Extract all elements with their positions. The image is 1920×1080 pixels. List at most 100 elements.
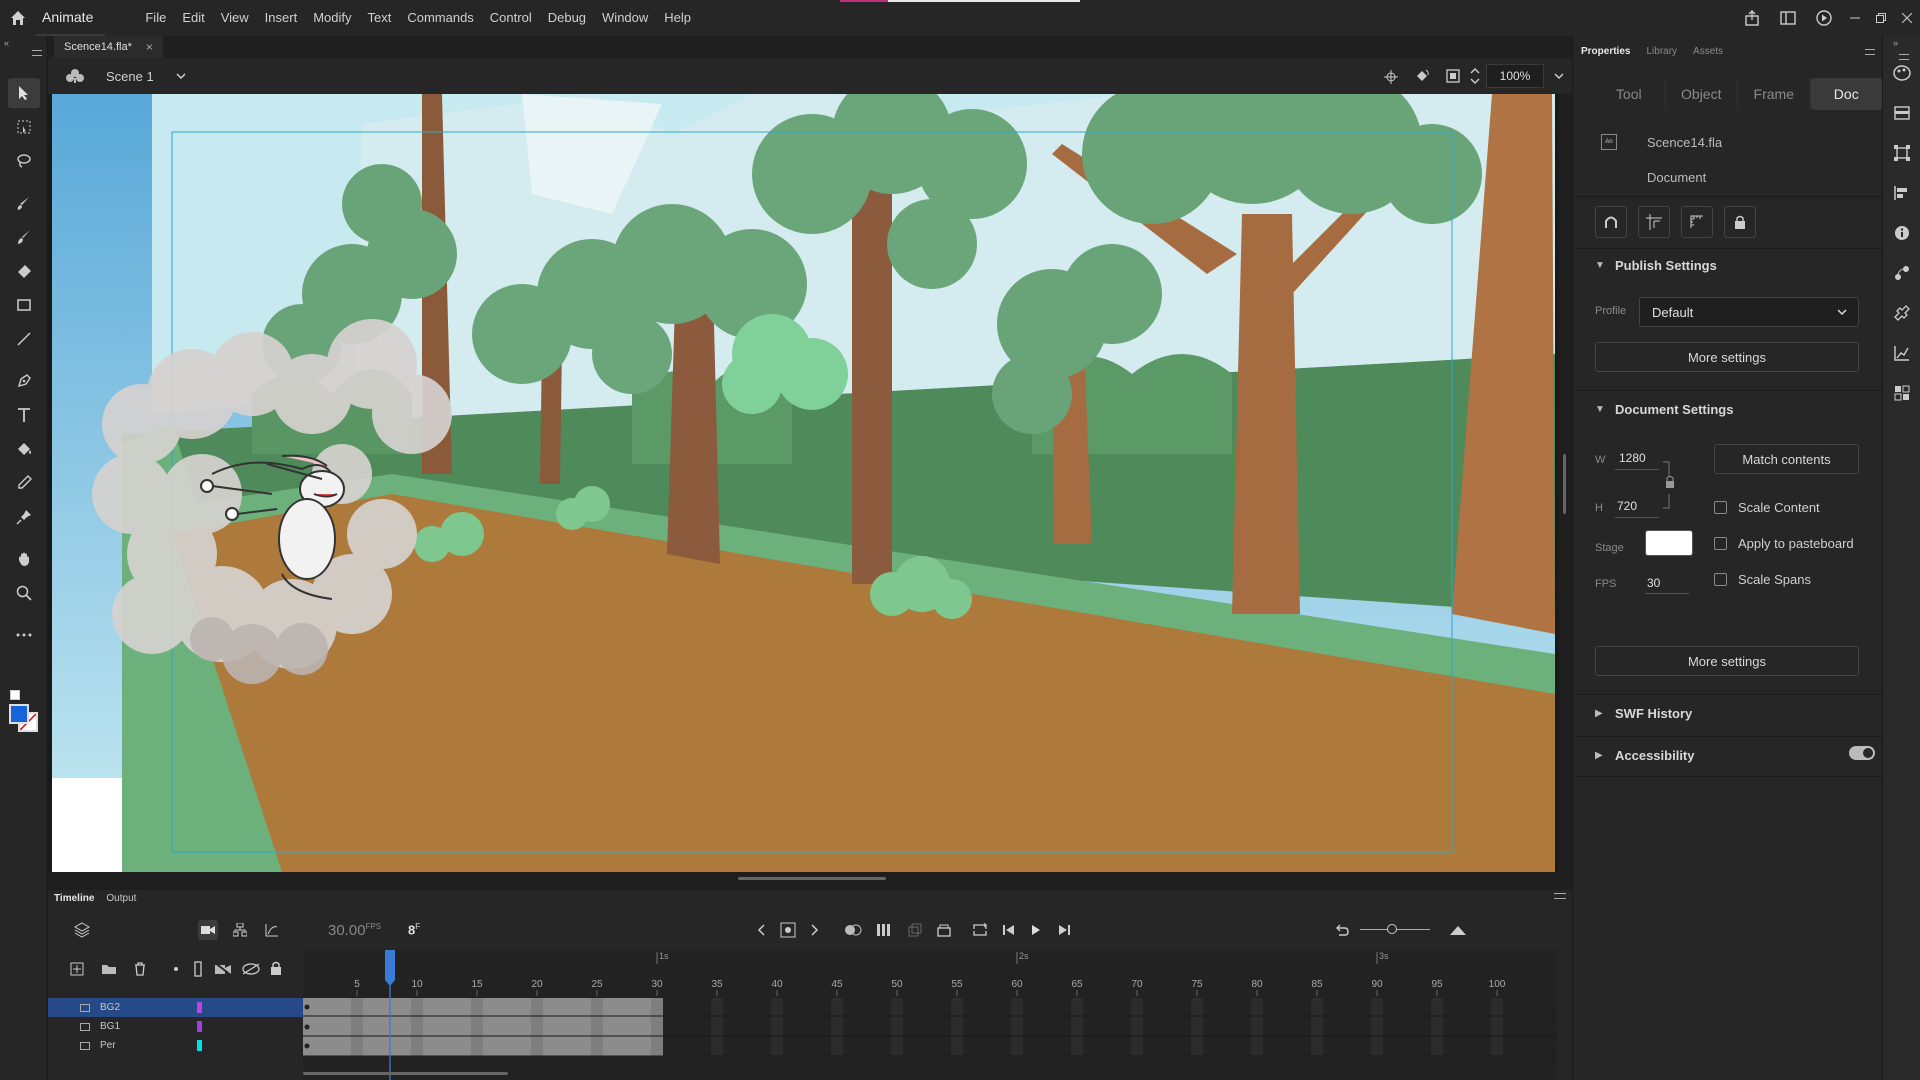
selection-tool-icon[interactable] [8, 78, 40, 108]
undo-zoom-icon[interactable] [1332, 920, 1352, 940]
center-stage-icon[interactable] [1384, 70, 1398, 84]
timeline-scroll-thumb[interactable] [303, 1072, 508, 1075]
playhead[interactable] [385, 950, 395, 986]
profile-select[interactable]: Default [1639, 297, 1859, 327]
menu-commands[interactable]: Commands [399, 0, 481, 36]
step-back-icon[interactable] [999, 920, 1019, 940]
camera-layer-icon[interactable] [214, 962, 232, 976]
highlight-layer-icon[interactable] [174, 967, 178, 971]
tab-output[interactable]: Output [100, 893, 142, 904]
new-layer-icon[interactable] [70, 962, 84, 976]
new-folder-icon[interactable] [101, 963, 117, 975]
document-more-settings-button[interactable]: More settings [1595, 646, 1859, 676]
code-snippets-icon[interactable] [1891, 382, 1913, 404]
menu-text[interactable]: Text [359, 0, 399, 36]
keyframe[interactable] [304, 1043, 310, 1049]
close-window-icon[interactable] [1894, 0, 1920, 36]
info-panel-icon[interactable] [1891, 222, 1913, 244]
segment-doc[interactable]: Doc [1810, 78, 1883, 110]
stage-canvas[interactable] [52, 94, 1555, 872]
rotate-stage-icon[interactable] [1414, 68, 1430, 84]
pen-tool-icon[interactable] [8, 366, 40, 396]
tab-timeline[interactable]: Timeline [48, 893, 100, 904]
brush-tool-icon[interactable] [8, 222, 40, 252]
segment-object[interactable]: Object [1666, 78, 1738, 110]
align-panel-icon[interactable] [1891, 182, 1913, 204]
keyframe[interactable] [304, 1004, 310, 1010]
keyframe[interactable] [304, 1024, 310, 1030]
lock-guides-icon[interactable] [1724, 206, 1756, 238]
document-settings-title[interactable]: Document Settings [1615, 402, 1733, 417]
splitter-handle[interactable] [738, 877, 886, 880]
restore-icon[interactable] [1868, 0, 1894, 36]
frame-grid[interactable]: 5 10 15 20 25 30 35 40 45 50 55 60 65 70 75 80 85 90 95 100… [303, 950, 1557, 1080]
hand-tool-icon[interactable] [8, 544, 40, 574]
default-colors-icon[interactable] [10, 690, 20, 700]
fit-timeline-icon[interactable] [1448, 920, 1468, 940]
onion-skin-icon[interactable] [843, 920, 863, 940]
match-contents-button[interactable]: Match contents [1714, 444, 1859, 474]
publish-more-settings-button[interactable]: More settings [1595, 342, 1859, 372]
paint-brush-tool-icon[interactable] [8, 188, 40, 218]
publish-settings-title[interactable]: Publish Settings [1615, 258, 1717, 273]
pin-tool-icon[interactable] [8, 502, 40, 532]
layer-name[interactable]: Per [100, 1040, 116, 1051]
menu-insert[interactable]: Insert [257, 0, 306, 36]
text-tool-icon[interactable] [8, 400, 40, 430]
layer-row-per[interactable]: Per [48, 1036, 303, 1055]
ruler-icon[interactable] [1681, 206, 1713, 238]
delete-layer-icon[interactable] [133, 962, 147, 976]
test-movie-icon[interactable] [1806, 0, 1842, 36]
minimize-icon[interactable] [1842, 0, 1868, 36]
scale-content-checkbox[interactable] [1714, 501, 1727, 514]
line-tool-icon[interactable] [8, 324, 40, 354]
chevron-down-icon[interactable]: ▼ [1595, 260, 1605, 271]
paint-bucket-tool-icon[interactable] [8, 434, 40, 464]
swatches-panel-icon[interactable] [1891, 102, 1913, 124]
fps-field[interactable]: 30 [1647, 576, 1660, 590]
clip-content-icon[interactable] [1446, 69, 1460, 83]
accessibility-toggle[interactable] [1849, 746, 1875, 760]
eraser-tool-icon[interactable] [8, 256, 40, 286]
motion-editor-icon[interactable] [1891, 342, 1913, 364]
zoom-stepper-icon[interactable] [1470, 66, 1480, 86]
layer-name[interactable]: BG2 [100, 1002, 120, 1013]
color-panel-icon[interactable] [1891, 62, 1913, 84]
timeline-menu-icon[interactable] [1554, 893, 1566, 899]
lasso-tool-icon[interactable] [8, 146, 40, 176]
loop-icon[interactable] [970, 920, 990, 940]
width-value[interactable]: 1280 [1619, 451, 1646, 465]
timeline-zoom-handle[interactable] [1387, 924, 1397, 934]
center-frame-icon[interactable] [934, 920, 954, 940]
menu-debug[interactable]: Debug [540, 0, 594, 36]
menu-view[interactable]: View [213, 0, 257, 36]
current-frame[interactable]: 8F [408, 922, 420, 937]
stage-vertical-scrollbar[interactable] [1558, 94, 1572, 872]
share-icon[interactable] [1734, 0, 1770, 36]
menu-window[interactable]: Window [594, 0, 656, 36]
play-icon[interactable] [1026, 920, 1046, 940]
layer-row-bg1[interactable]: BG1 [48, 1017, 303, 1036]
fps-value[interactable]: 30.00FPS [328, 922, 381, 939]
edit-multiple-frames-icon[interactable] [874, 920, 894, 940]
segment-frame[interactable]: Frame [1738, 78, 1811, 110]
camera-icon[interactable] [198, 920, 218, 940]
menu-edit[interactable]: Edit [174, 0, 212, 36]
stage-color-swatch[interactable] [1645, 530, 1693, 556]
ruler-guides-icon[interactable] [1638, 206, 1670, 238]
segment-tool[interactable]: Tool [1593, 78, 1666, 110]
snap-icon[interactable] [1595, 206, 1627, 238]
zoom-field[interactable]: 100% [1486, 64, 1544, 88]
strip-menu-icon[interactable] [1899, 54, 1909, 60]
chevron-right-icon[interactable]: ▶ [1595, 708, 1603, 719]
layer-color-swatch[interactable] [197, 1021, 202, 1032]
layer-color-swatch[interactable] [197, 1040, 202, 1051]
menu-help[interactable]: Help [656, 0, 699, 36]
scroll-thumb[interactable] [1563, 454, 1566, 514]
show-hide-layer-icon[interactable] [242, 963, 260, 975]
rectangle-tool-icon[interactable] [8, 290, 40, 320]
timeline-splitter[interactable] [48, 872, 1572, 890]
document-tab[interactable]: Scence14.fla* × [54, 36, 163, 58]
chevron-right-icon[interactable]: ▶ [1595, 750, 1603, 761]
tab-assets[interactable]: Assets [1685, 46, 1731, 57]
